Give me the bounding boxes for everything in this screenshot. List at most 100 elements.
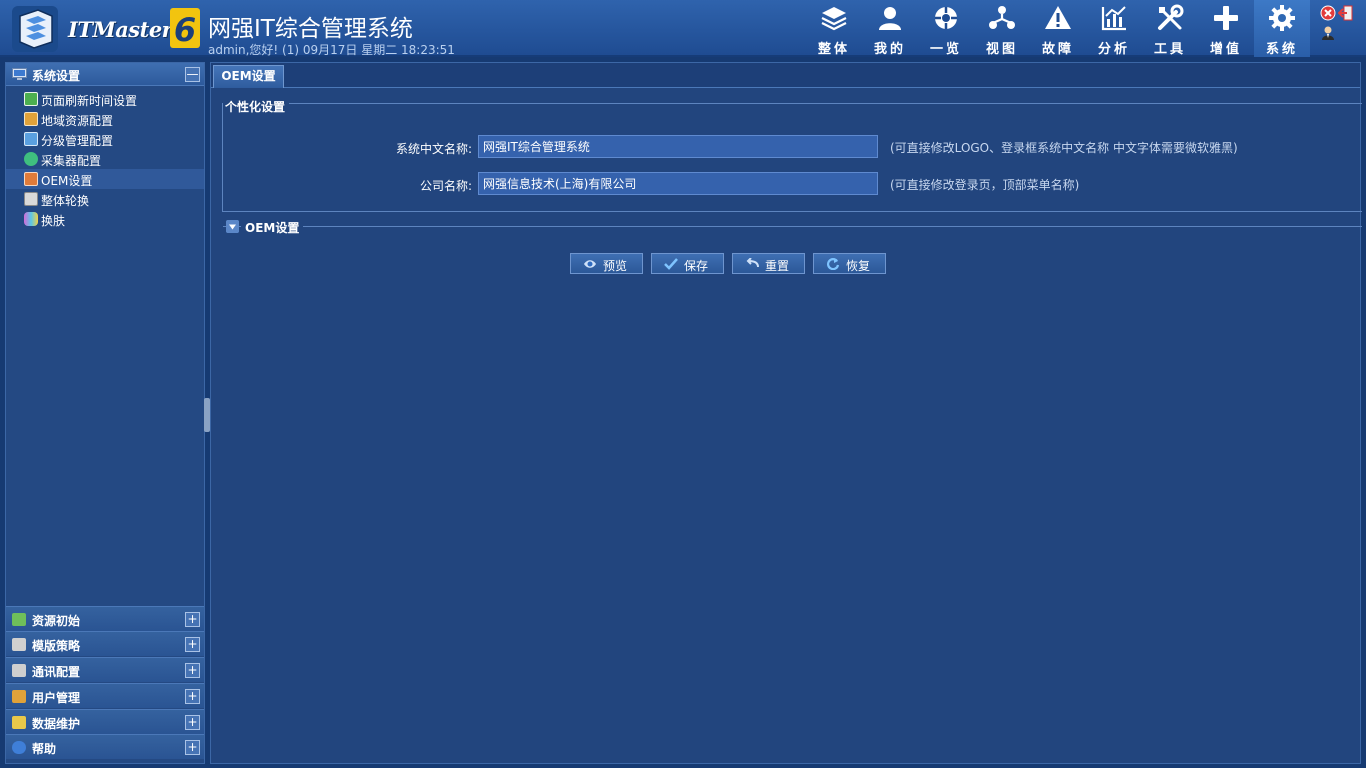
skin-icon [24,212,38,226]
sidebar-section-header[interactable]: 系统设置 — [6,63,204,86]
logo-mark-icon [12,6,58,52]
cn-name-input[interactable] [478,135,878,158]
resource-init-icon [12,613,26,626]
tab-oem-settings[interactable]: OEM设置 [213,65,284,88]
expand-button[interactable]: + [185,637,200,652]
undo-icon [746,258,759,268]
collapse-button[interactable]: — [185,67,200,82]
logo-version-icon: 6 [170,8,200,48]
app-title: 网强IT综合管理系统 [208,16,413,42]
nav-mine[interactable]: 我的 [862,0,918,57]
section-title: 资源初始 [32,614,81,628]
tree-item-refresh-time[interactable]: 页面刷新时间设置 [6,89,204,109]
company-name-hint: (可直接修改登录页，顶部菜单名称) [890,178,1080,192]
save-button[interactable]: 保存 [651,253,724,274]
user-greeting: admin,您好! (1) 09月17日 星期二 18:23:51 [208,43,455,57]
collector-icon [24,152,38,166]
monitor-icon [12,68,27,80]
check-icon [664,258,678,270]
nav-label: 视图 [985,42,1018,57]
nav-label: 一览 [929,42,962,57]
warning-icon [1045,6,1071,29]
cn-name-hint: (可直接修改LOGO、登录框系统中文名称 中文字体需要微软雅黑) [890,141,1238,155]
section-communication[interactable]: 通讯配置 + [6,657,204,682]
overview-icon [935,7,957,29]
tree-item-region-resource[interactable]: 地域资源配置 [6,109,204,129]
preview-button[interactable]: 预览 [570,253,643,274]
main-panel: OEM设置 系统中文名称: (可直接修改LOGO、登录框系统中文名称 中文字体需… [210,62,1362,764]
users-icon [12,690,26,703]
company-name-input[interactable] [478,172,878,195]
section-resource-init[interactable]: 资源初始 + [6,606,204,631]
nav-analysis[interactable]: 分析 [1086,0,1142,57]
expand-button[interactable]: + [185,689,200,704]
user-icon [879,7,901,30]
nav-label: 我的 [873,42,906,57]
tree-item-oem[interactable]: OEM设置 [6,169,204,189]
nav-overall[interactable]: 整体 [806,0,862,57]
nav-label: 故障 [1041,42,1074,57]
section-title: 通讯配置 [32,665,81,679]
layers-icon [821,7,847,31]
nav-view[interactable]: 视图 [974,0,1030,57]
company-name-label: 公司名称: [419,179,472,193]
tree-item-hierarchy[interactable]: 分级管理配置 [6,129,204,149]
database-icon [12,716,26,729]
tree-item-collector[interactable]: 采集器配置 [6,149,204,169]
nav-label: 增值 [1209,42,1242,57]
settings-tree: 页面刷新时间设置 地域资源配置 分级管理配置 采集器配置 OEM设置 整体轮换 … [6,89,204,229]
nav-system[interactable]: 系统 [1254,0,1310,57]
app-logo: ITMaster 6 [10,4,200,52]
nav-fault[interactable]: 故障 [1030,0,1086,57]
expand-button[interactable]: + [185,612,200,627]
eye-icon [584,260,596,268]
section-title: 模版策略 [32,639,81,653]
nav-overview[interactable]: 一览 [918,0,974,57]
nav-label: 系统 [1265,42,1298,57]
top-right-actions [1318,3,1364,43]
button-label: 预览 [603,259,628,273]
top-header: ITMaster 6 网强IT综合管理系统 admin,您好! (1) 09月1… [0,0,1366,57]
nav-label: 工具 [1153,42,1186,57]
tab-bar: OEM设置 [211,63,1360,88]
restore-button[interactable]: 恢复 [813,253,886,274]
button-label: 重置 [765,259,790,273]
reset-button[interactable]: 重置 [732,253,805,274]
nav-value-added[interactable]: 增值 [1198,0,1254,57]
hierarchy-icon [24,132,38,146]
personalization-fieldset: 系统中文名称: (可直接修改LOGO、登录框系统中文名称 中文字体需要微软雅黑)… [222,103,1362,212]
tree-item-label: OEM设置 [41,174,93,188]
oem-icon [24,172,38,186]
logo-text: ITMaster [68,17,173,42]
logout-icon[interactable] [1338,5,1354,21]
expand-button[interactable]: + [185,740,200,755]
oem-section-legend[interactable]: OEM设置 [241,219,304,236]
personalization-legend: 个性化设置 [223,98,290,115]
section-help[interactable]: 帮助 + [6,734,204,759]
expand-button[interactable]: + [185,663,200,678]
tree-item-rotation[interactable]: 整体轮换 [6,189,204,209]
chevron-down-icon[interactable] [226,220,239,233]
section-data-maintenance[interactable]: 数据维护 + [6,709,204,734]
sidebar: 系统设置 — 页面刷新时间设置 地域资源配置 分级管理配置 采集器配置 OEM设… [5,62,205,764]
section-title: 帮助 [32,742,57,756]
refresh-icon [24,92,38,106]
gear-icon [1269,5,1295,31]
expand-button[interactable]: + [185,715,200,730]
tree-item-label: 分级管理配置 [41,134,114,148]
logo-version-text: 6 [174,11,196,48]
top-nav: 整体 我的 一览 视图 故障 分析 工具 增值 系统 [806,0,1310,57]
tree-item-skin[interactable]: 换肤 [6,209,204,229]
section-template-policy[interactable]: 模版策略 + [6,631,204,656]
region-icon [24,112,38,126]
user-profile-icon[interactable] [1320,25,1336,41]
button-label: 保存 [684,259,709,273]
nav-tools[interactable]: 工具 [1142,0,1198,57]
tools-icon [1158,4,1184,30]
nav-label: 分析 [1097,42,1130,57]
template-icon [12,638,26,651]
close-icon[interactable] [1320,5,1336,21]
plus-icon [1214,6,1238,30]
tree-item-label: 换肤 [41,214,66,228]
section-user-management[interactable]: 用户管理 + [6,683,204,708]
